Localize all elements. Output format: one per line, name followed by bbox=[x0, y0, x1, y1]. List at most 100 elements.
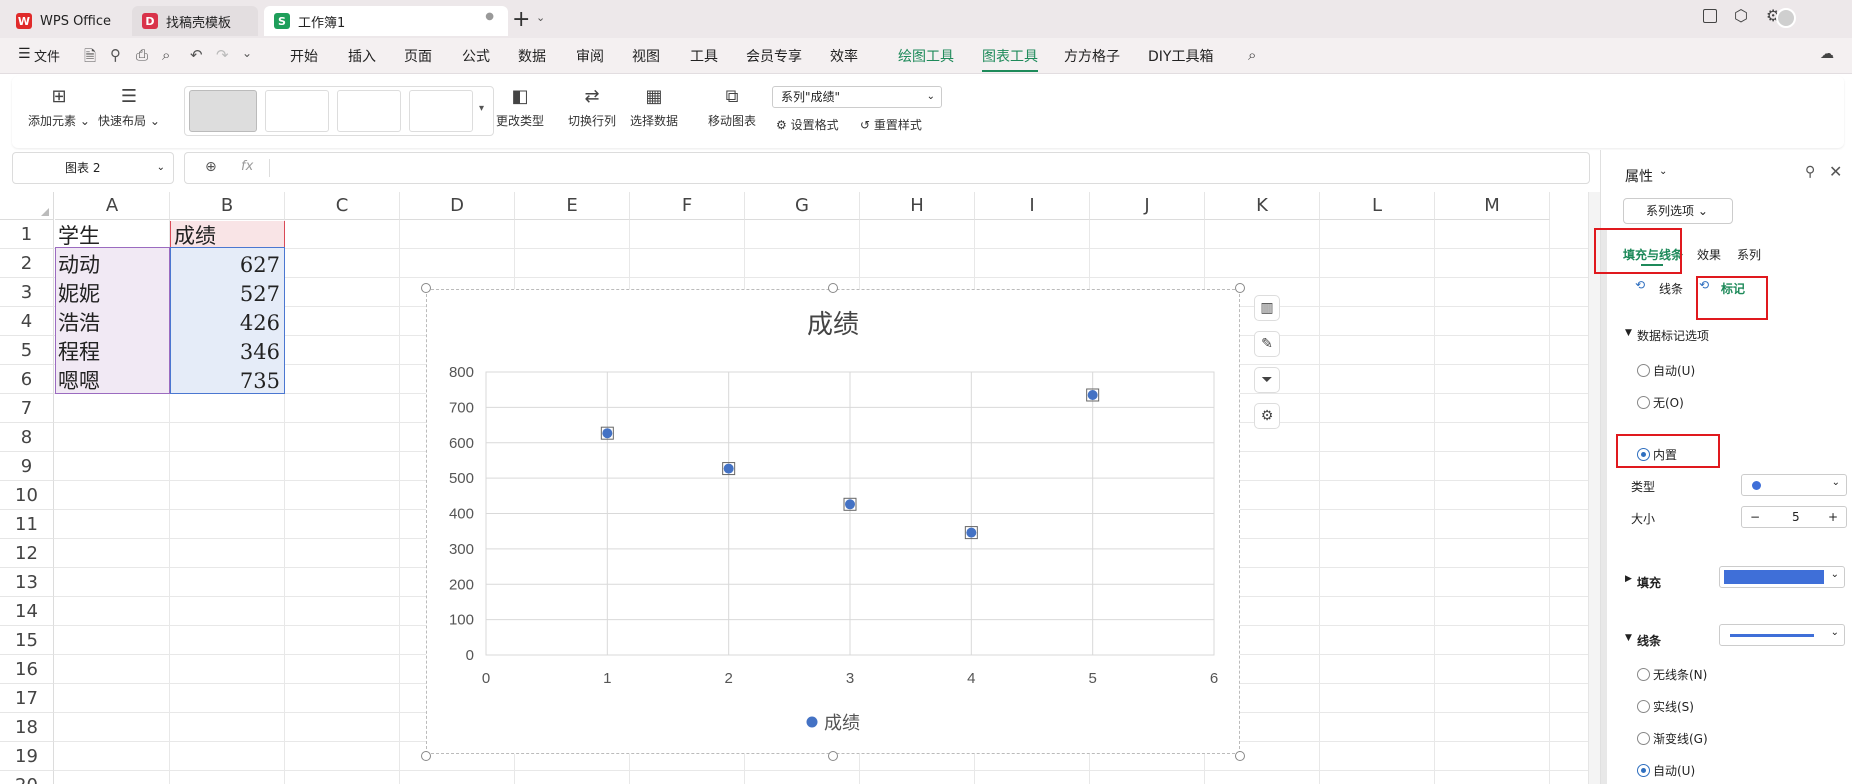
row-header-5[interactable]: 5 bbox=[0, 336, 54, 365]
scatter-chart[interactable]: 01002003004005006007008000 1 2 3 4 5 6成绩成绩 bbox=[426, 289, 1240, 754]
menu-insert[interactable]: 插入 bbox=[348, 46, 376, 66]
change-type-button[interactable]: ◧ 更改类型 bbox=[490, 86, 550, 129]
cloud-icon[interactable]: ☁ bbox=[1820, 46, 1834, 62]
column-header-c[interactable]: C bbox=[285, 192, 400, 220]
menu-drawing-tools[interactable]: 绘图工具 bbox=[898, 46, 954, 66]
set-format-button[interactable]: ⚙ 设置格式 bbox=[776, 116, 839, 133]
tab-template[interactable]: D 找稿壳模板 bbox=[132, 6, 258, 36]
chart-filter-icon[interactable]: ⏷ bbox=[1254, 367, 1280, 393]
marker-option-none[interactable]: 无(O) bbox=[1637, 394, 1684, 411]
tab-workbook[interactable]: S 工作簿1 ● bbox=[264, 6, 508, 36]
column-header-e[interactable]: E bbox=[515, 192, 630, 220]
menu-tools[interactable]: 工具 bbox=[690, 46, 718, 66]
column-header-d[interactable]: D bbox=[400, 192, 515, 220]
menu-view[interactable]: 视图 bbox=[632, 46, 660, 66]
formula-input[interactable] bbox=[269, 159, 1569, 177]
series-select[interactable]: 系列"成绩" ⌄ bbox=[772, 86, 942, 108]
row-header-8[interactable]: 8 bbox=[0, 423, 54, 452]
row-header-20[interactable]: 20 bbox=[0, 771, 54, 784]
tab-series[interactable]: 系列 bbox=[1737, 246, 1761, 263]
quick-layout-button[interactable]: ☰ 快速布局 ⌄ bbox=[98, 86, 160, 129]
line-option-auto[interactable]: 自动(U) bbox=[1637, 762, 1695, 779]
share-icon[interactable]: ⚲ bbox=[110, 46, 121, 64]
marker-section-caret-icon[interactable]: ▼ bbox=[1625, 328, 1632, 338]
row-header-18[interactable]: 18 bbox=[0, 713, 54, 742]
formula-bar[interactable]: ⊕ fx bbox=[184, 152, 1590, 184]
column-header-h[interactable]: H bbox=[860, 192, 975, 220]
column-header-f[interactable]: F bbox=[630, 192, 745, 220]
gallery-more-icon[interactable]: ▾ bbox=[479, 103, 484, 114]
menu-ffgz[interactable]: 方方格子 bbox=[1064, 46, 1120, 66]
chart-style-2[interactable] bbox=[265, 90, 329, 132]
window-restore-icon[interactable] bbox=[1703, 9, 1717, 23]
cell-b5[interactable]: 346 bbox=[170, 338, 280, 367]
cell-b3[interactable]: 527 bbox=[170, 280, 280, 309]
chart-style-1[interactable] bbox=[189, 90, 257, 132]
corner-select-all[interactable] bbox=[0, 192, 54, 220]
cell-b2[interactable]: 627 bbox=[170, 251, 280, 280]
hamburger-icon[interactable]: ☰ bbox=[18, 46, 31, 62]
menu-review[interactable]: 审阅 bbox=[576, 46, 604, 66]
row-header-19[interactable]: 19 bbox=[0, 742, 54, 771]
series-options-dropdown[interactable]: 系列选项 ⌄ bbox=[1623, 198, 1733, 224]
minus-button[interactable]: − bbox=[1750, 507, 1760, 527]
print-preview-icon[interactable]: ⌕ bbox=[162, 46, 170, 64]
line-option-gradient[interactable]: 渐变线(G) bbox=[1637, 730, 1708, 747]
resize-handle-tl[interactable] bbox=[421, 283, 431, 293]
redo-icon[interactable]: ↷ bbox=[216, 46, 229, 64]
pin-icon[interactable]: ⚲ bbox=[1805, 164, 1815, 180]
chart-elements-icon[interactable]: ▥ bbox=[1254, 295, 1280, 321]
add-element-button[interactable]: ⊞ 添加元素 ⌄ bbox=[28, 86, 90, 129]
column-header-k[interactable]: K bbox=[1205, 192, 1320, 220]
cell-a2[interactable]: 动动 bbox=[58, 251, 100, 280]
row-header-12[interactable]: 12 bbox=[0, 539, 54, 568]
reset-style-button[interactable]: ↺ 重置样式 bbox=[860, 116, 922, 133]
search-icon[interactable]: ⌕ bbox=[1248, 46, 1256, 64]
switch-row-col-button[interactable]: ⇄ 切换行列 bbox=[562, 86, 622, 129]
column-header-g[interactable]: G bbox=[745, 192, 860, 220]
row-header-16[interactable]: 16 bbox=[0, 655, 54, 684]
marker-size-stepper[interactable]: − 5 + bbox=[1741, 506, 1847, 528]
select-data-button[interactable]: ▦ 选择数据 bbox=[624, 86, 684, 129]
row-header-1[interactable]: 1 bbox=[0, 220, 54, 249]
size-value[interactable]: 5 bbox=[1792, 507, 1800, 527]
tab-effects[interactable]: 效果 bbox=[1697, 246, 1721, 263]
column-header-m[interactable]: M bbox=[1435, 192, 1550, 220]
row-header-7[interactable]: 7 bbox=[0, 394, 54, 423]
name-box[interactable]: 图表 2 ⌄ bbox=[12, 152, 174, 184]
column-header-b[interactable]: B bbox=[170, 192, 285, 220]
cell-b4[interactable]: 426 bbox=[170, 309, 280, 338]
chart-style-brush-icon[interactable]: ✎ bbox=[1254, 331, 1280, 357]
new-tab-plus-icon[interactable]: + bbox=[512, 7, 530, 32]
column-header-l[interactable]: L bbox=[1320, 192, 1435, 220]
row-header-4[interactable]: 4 bbox=[0, 307, 54, 336]
resize-handle-bl[interactable] bbox=[421, 751, 431, 761]
menu-page[interactable]: 页面 bbox=[404, 46, 432, 66]
row-header-9[interactable]: 9 bbox=[0, 452, 54, 481]
cell-a1[interactable]: 学生 bbox=[58, 222, 100, 251]
save-icon[interactable]: 🗎 bbox=[84, 46, 96, 71]
marker-type-select[interactable]: ⌄ bbox=[1741, 474, 1847, 496]
menu-efficiency[interactable]: 效率 bbox=[830, 46, 858, 66]
vertical-scrollbar[interactable] bbox=[1588, 192, 1600, 784]
fill-caret-icon[interactable]: ▶ bbox=[1625, 574, 1632, 584]
menu-member[interactable]: 会员专享 bbox=[746, 46, 802, 66]
chart-settings-icon[interactable]: ⚙ bbox=[1254, 403, 1280, 429]
tab-dot-icon[interactable]: ● bbox=[485, 11, 494, 22]
subtab-line[interactable]: 线条 bbox=[1659, 280, 1683, 297]
more-chevron-icon[interactable]: ⌄ bbox=[242, 46, 252, 60]
menu-chart-tools[interactable]: 图表工具 bbox=[982, 46, 1038, 72]
resize-handle-tr[interactable] bbox=[1235, 283, 1245, 293]
row-header-6[interactable]: 6 bbox=[0, 365, 54, 394]
cell-a4[interactable]: 浩浩 bbox=[58, 309, 100, 338]
cell-a6[interactable]: 嗯嗯 bbox=[58, 367, 100, 396]
resize-handle-br[interactable] bbox=[1235, 751, 1245, 761]
resize-handle-bm[interactable] bbox=[828, 751, 838, 761]
close-icon[interactable]: ✕ bbox=[1829, 162, 1842, 181]
print-icon[interactable]: ⎙ bbox=[136, 46, 148, 64]
row-header-13[interactable]: 13 bbox=[0, 568, 54, 597]
panel-title-chevron-icon[interactable]: ⌄ bbox=[1659, 166, 1667, 177]
move-chart-button[interactable]: ⧉ 移动图表 bbox=[702, 86, 762, 129]
line-option-none[interactable]: 无线条(N) bbox=[1637, 666, 1707, 683]
plus-button[interactable]: + bbox=[1828, 507, 1838, 527]
